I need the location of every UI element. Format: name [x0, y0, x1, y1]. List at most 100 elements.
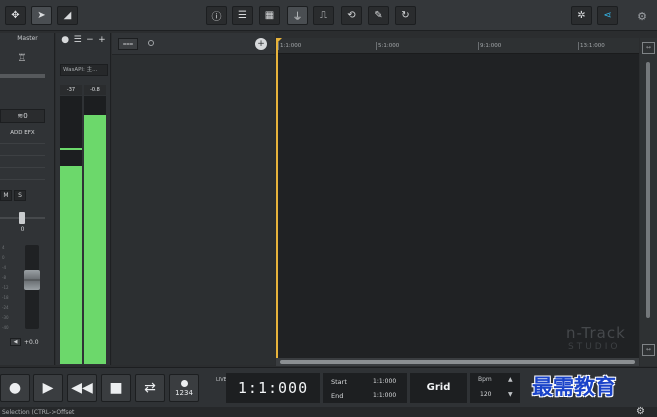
- meter-right: [84, 96, 106, 364]
- tempo-box: Bpm 120 ▲ ▼: [470, 373, 520, 403]
- horizontal-scrollbar[interactable]: [276, 358, 639, 366]
- settings-icon[interactable]: ⚙: [636, 406, 645, 417]
- app-watermark: n-Track: [566, 324, 626, 342]
- tools-icon[interactable]: ✎: [368, 6, 389, 25]
- count-in-dot-icon: [180, 379, 188, 387]
- top-toolbar: ✥ ➤ ◢ ⓘ ☰ ▦ ⏚ ⎍ ⟲ ✎ ↻ ✲ ⋖ ⚙: [0, 0, 657, 31]
- loop-button[interactable]: ⇄: [135, 374, 165, 402]
- plus-icon[interactable]: +: [98, 35, 106, 45]
- count-in-button[interactable]: 1234: [169, 374, 199, 402]
- track-list-header: ⩶ +: [112, 33, 275, 55]
- mute-button[interactable]: M: [0, 190, 12, 201]
- count-in-label: 1234: [175, 388, 193, 397]
- bpm-value[interactable]: 120: [480, 391, 491, 398]
- divider: [0, 167, 45, 168]
- time-ruler[interactable]: 1:1:000 5:1:000 9:1:000 13:1:000: [276, 38, 639, 54]
- record-icon[interactable]: ●: [61, 35, 69, 45]
- metronome-icon[interactable]: ⏚: [287, 6, 308, 25]
- scale-tick-label: -40: [2, 325, 9, 330]
- ruler-tick: [478, 42, 479, 50]
- input-meter-strip: ● ☰ − + WasAPI: 主... -37 -0.8: [56, 33, 111, 365]
- effects-icon[interactable]: ✲: [571, 6, 592, 25]
- minus-icon[interactable]: −: [86, 35, 94, 45]
- add-track-button[interactable]: +: [255, 38, 267, 50]
- scale-tick-label: -12: [2, 285, 9, 290]
- scale-tick-label: -4: [2, 265, 6, 270]
- pointer-icon[interactable]: ➤: [31, 6, 52, 25]
- speaker-icon[interactable]: ◀: [10, 338, 21, 346]
- list-icon[interactable]: ☰: [74, 35, 82, 45]
- ruler-label: 9:1:000: [480, 43, 502, 49]
- vertical-scrollbar[interactable]: ⇿ ⇿: [640, 38, 657, 366]
- master-title: Master: [17, 35, 38, 42]
- master-channel: Master ♖ ≋0 ADD EFX M S 0 4 0 -4 -8 -12 -18 -2…: [0, 33, 55, 365]
- input-icon[interactable]: ⎍: [313, 6, 334, 25]
- playhead[interactable]: [276, 38, 278, 358]
- scale-tick-label: -18: [2, 295, 9, 300]
- zoom-fit-icon[interactable]: ⇿: [642, 42, 655, 54]
- start-value[interactable]: 1:1:000: [373, 378, 396, 385]
- tempo-down-icon[interactable]: ▼: [508, 391, 513, 398]
- fx-button[interactable]: ≋0: [0, 109, 45, 123]
- scale-tick-label: -30: [2, 315, 9, 320]
- timeline[interactable]: 1:1:000 5:1:000 9:1:000 13:1:000: [276, 38, 639, 358]
- ruler-label: 5:1:000: [378, 43, 400, 49]
- meter-right-level: [84, 114, 106, 364]
- play-button[interactable]: ▶: [33, 374, 63, 402]
- peak-right: -0.8: [84, 85, 106, 95]
- end-value[interactable]: 1:1:000: [373, 392, 396, 399]
- view-options: ● ☰ − +: [56, 33, 111, 47]
- envelope-icon[interactable]: ◢: [57, 6, 78, 25]
- brand-watermark: 最需教育: [532, 375, 616, 399]
- refresh-icon[interactable]: ↻: [395, 6, 416, 25]
- add-efx-button[interactable]: ADD EFX: [0, 130, 45, 136]
- rewind-button[interactable]: ◀◀: [67, 374, 97, 402]
- time-display[interactable]: 1:1:000: [226, 373, 320, 403]
- pan-value: 0: [20, 226, 25, 233]
- stop-button[interactable]: ■: [101, 374, 131, 402]
- tempo-up-icon[interactable]: ▲: [508, 376, 513, 383]
- ruler-tick: [376, 42, 377, 50]
- ruler-tick: [578, 42, 579, 50]
- grid-button[interactable]: Grid: [410, 373, 467, 403]
- loop-icon[interactable]: ⟲: [341, 6, 362, 25]
- scale-tick-label: 4: [2, 245, 5, 250]
- zoom-fit-bottom-icon[interactable]: ⇿: [642, 344, 655, 356]
- vertical-scroll-thumb[interactable]: [646, 62, 650, 318]
- live-label: LIVE: [216, 377, 227, 383]
- divider: [0, 179, 45, 180]
- horizontal-scroll-thumb[interactable]: [280, 360, 635, 364]
- scale-tick-label: 0: [2, 255, 5, 260]
- circle-icon[interactable]: [148, 40, 154, 46]
- end-label: End: [331, 392, 344, 400]
- playhead-marker[interactable]: [276, 38, 282, 44]
- ruler-label: 1:1:000: [280, 43, 302, 49]
- piano-roll-icon[interactable]: ▦: [259, 6, 280, 25]
- solo-button[interactable]: S: [14, 190, 26, 201]
- input-device-select[interactable]: WasAPI: 主...: [60, 64, 108, 76]
- volume-value: +0.0: [24, 339, 39, 346]
- mixer-icon[interactable]: ☰: [232, 6, 253, 25]
- range-box: Start 1:1:000 End 1:1:000: [323, 373, 407, 403]
- move-icon[interactable]: ✥: [5, 6, 26, 25]
- bpm-label: Bpm: [478, 376, 492, 383]
- scale-tick-label: -24: [2, 305, 9, 310]
- record-button[interactable]: ●: [0, 374, 30, 402]
- divider: [0, 143, 45, 144]
- info-icon[interactable]: ⓘ: [206, 6, 227, 25]
- volume-fader-handle[interactable]: [24, 270, 40, 290]
- settings-icon[interactable]: ⚙: [634, 8, 650, 24]
- meter-left: [60, 96, 82, 364]
- channel-settings-icon[interactable]: ♖: [16, 53, 28, 67]
- scale-tick-label: -8: [2, 275, 6, 280]
- share-icon[interactable]: ⋖: [597, 6, 618, 25]
- meter-left-level: [60, 165, 82, 364]
- track-list: ⩶ +: [112, 33, 275, 365]
- master-level-bar: [0, 74, 45, 78]
- pan-slider-handle[interactable]: [19, 212, 25, 224]
- ruler-label: 13:1:000: [580, 43, 605, 49]
- meter-peak-line: [60, 147, 82, 150]
- peak-left: -37: [60, 85, 82, 95]
- app-watermark-sub: STUDIO: [568, 342, 621, 352]
- filter-button[interactable]: ⩶: [118, 38, 138, 50]
